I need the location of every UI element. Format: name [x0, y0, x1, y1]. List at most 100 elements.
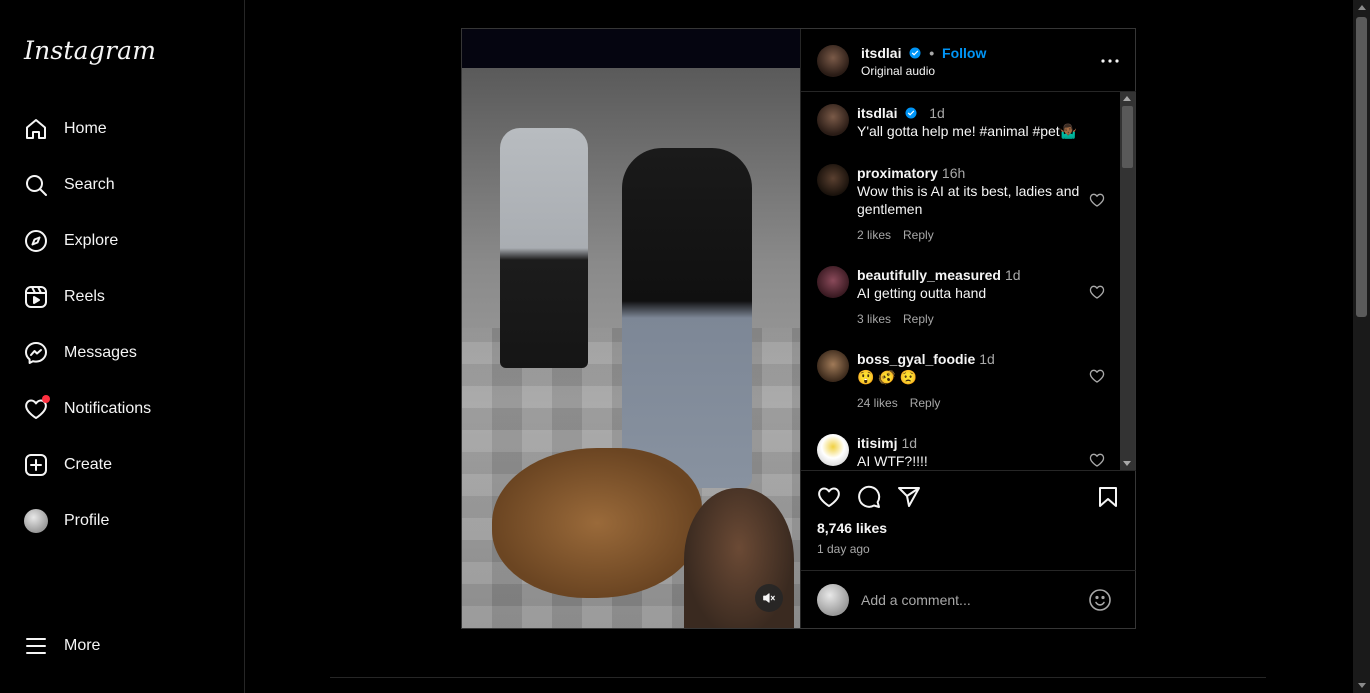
comment-input[interactable] [861, 589, 1081, 611]
comment-likes[interactable]: 2 likes [857, 228, 891, 242]
comment-likes[interactable]: 24 likes [857, 396, 898, 410]
sidebar-item-label: More [64, 637, 101, 654]
author-avatar[interactable] [817, 104, 849, 136]
share-icon[interactable] [897, 485, 921, 509]
sidebar: Instagram Home Search Explore Reels Mess… [0, 0, 245, 693]
like-comment-icon[interactable] [1089, 368, 1105, 384]
search-icon [24, 173, 48, 197]
like-comment-icon[interactable] [1089, 192, 1105, 208]
comment-time[interactable]: 16h [942, 165, 965, 181]
caption-text: Y'all gotta help me! #animal #pet🤷🏾‍♂️ [857, 123, 1078, 139]
bookmark-icon[interactable] [1096, 485, 1120, 509]
comment-username[interactable]: itisimj [857, 435, 897, 451]
sidebar-item-label: Create [64, 456, 113, 473]
commenter-avatar[interactable] [817, 266, 849, 298]
separator-dot: • [929, 45, 935, 61]
avatar [24, 509, 48, 533]
post-timestamp[interactable]: 1 day ago [817, 542, 870, 556]
comments-list[interactable]: itsdlai 1d Y'all gotta help me! #animal … [801, 92, 1121, 470]
comment-icon[interactable] [857, 485, 881, 509]
comment-username[interactable]: beautifully_measured [857, 267, 1001, 283]
reply-button[interactable]: Reply [903, 228, 934, 242]
sidebar-item-profile[interactable]: Profile [12, 497, 232, 545]
like-icon[interactable] [817, 485, 841, 509]
sidebar-item-label: Search [64, 176, 115, 193]
menu-icon [24, 634, 48, 658]
comment-time[interactable]: 1d [1005, 267, 1021, 283]
verified-badge-icon [905, 107, 917, 119]
video-player[interactable] [462, 29, 800, 628]
likes-count[interactable]: 8,746 likes [817, 520, 887, 536]
add-comment-section [801, 570, 1136, 628]
post-modal: itsdlai • Follow Original audio itsdlai … [461, 28, 1136, 629]
video-person [500, 128, 588, 368]
scroll-down-arrow[interactable] [1123, 461, 1131, 466]
comment-username[interactable]: proximatory [857, 165, 938, 181]
reply-button[interactable]: Reply [903, 312, 934, 326]
instagram-app: Instagram Home Search Explore Reels Mess… [0, 0, 1370, 693]
verified-badge-icon [909, 47, 921, 59]
sidebar-item-label: Profile [64, 512, 110, 529]
sidebar-item-more[interactable]: More [12, 622, 232, 670]
author-line: itsdlai • Follow [861, 45, 986, 61]
sidebar-item-notifications[interactable]: Notifications [12, 385, 232, 433]
commenter-avatar[interactable] [817, 350, 849, 382]
scroll-thumb[interactable] [1356, 17, 1367, 317]
avatar [817, 584, 849, 616]
scroll-up-arrow[interactable] [1358, 5, 1366, 10]
sidebar-item-label: Messages [64, 344, 137, 361]
comment-text: Wow this is AI at its best, ladies and g… [857, 183, 1080, 217]
comment-text: 😲 🫨 😟 [857, 369, 918, 385]
home-icon [24, 117, 48, 141]
like-comment-icon[interactable] [1089, 284, 1105, 300]
instagram-logo[interactable]: Instagram [24, 36, 156, 65]
author-avatar[interactable] [817, 45, 849, 77]
video-person [622, 148, 752, 488]
scroll-down-arrow[interactable] [1358, 683, 1366, 688]
sidebar-item-create[interactable]: Create [12, 441, 232, 489]
sidebar-item-messages[interactable]: Messages [12, 329, 232, 377]
scroll-up-arrow[interactable] [1123, 96, 1131, 101]
messenger-icon [24, 341, 48, 365]
commenter-avatar[interactable] [817, 434, 849, 466]
plus-square-icon [24, 453, 48, 477]
follow-button[interactable]: Follow [942, 45, 986, 61]
post-header: itsdlai • Follow Original audio [801, 29, 1136, 92]
page-scrollbar[interactable] [1353, 0, 1370, 693]
like-comment-icon[interactable] [1089, 452, 1105, 468]
more-options-icon[interactable] [1098, 51, 1122, 71]
post-actions: 8,746 likes 1 day ago [801, 470, 1136, 570]
author-username[interactable]: itsdlai [861, 45, 901, 61]
sidebar-item-reels[interactable]: Reels [12, 273, 232, 321]
audio-label[interactable]: Original audio [861, 64, 935, 78]
sidebar-item-home[interactable]: Home [12, 105, 232, 153]
reply-button[interactable]: Reply [910, 396, 941, 410]
notification-dot [42, 395, 50, 403]
scroll-thumb[interactable] [1122, 106, 1133, 168]
compass-icon [24, 229, 48, 253]
reels-icon [24, 285, 48, 309]
comment-time[interactable]: 1d [929, 105, 945, 121]
heart-icon [24, 395, 50, 421]
sidebar-item-label: Reels [64, 288, 105, 305]
sidebar-item-label: Home [64, 120, 107, 137]
comment-likes[interactable]: 3 likes [857, 312, 891, 326]
comment-text: AI getting outta hand [857, 285, 987, 301]
video-subject [492, 448, 702, 598]
sidebar-item-label: Explore [64, 232, 119, 249]
sidebar-item-label: Notifications [64, 400, 152, 417]
video-frame[interactable] [462, 68, 800, 628]
mute-button[interactable] [755, 584, 783, 612]
comment-time[interactable]: 1d [901, 435, 917, 451]
emoji-icon[interactable] [1088, 588, 1112, 612]
comment-username[interactable]: boss_gyal_foodie [857, 351, 975, 367]
comment-username[interactable]: itsdlai [857, 105, 897, 121]
sidebar-item-search[interactable]: Search [12, 161, 232, 209]
post-sidebar: itsdlai • Follow Original audio itsdlai … [800, 29, 1136, 628]
commenter-avatar[interactable] [817, 164, 849, 196]
comments-scrollbar[interactable] [1120, 92, 1135, 470]
comment-text: AI WTF?!!!! [857, 453, 928, 469]
video-letterbox [462, 29, 800, 68]
sidebar-item-explore[interactable]: Explore [12, 217, 232, 265]
comment-time[interactable]: 1d [979, 351, 995, 367]
